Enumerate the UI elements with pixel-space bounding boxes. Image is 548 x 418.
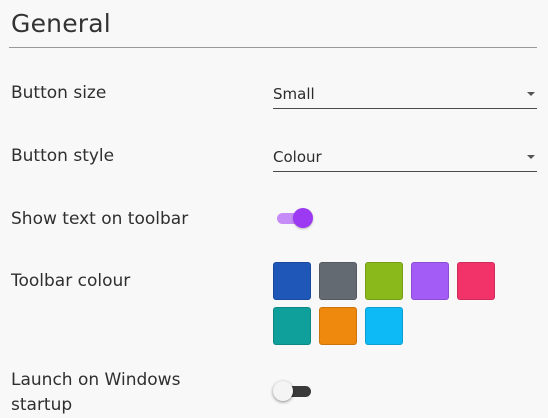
launch-on-startup-toggle[interactable] <box>273 379 317 403</box>
button-style-value: Colour <box>273 148 322 166</box>
button-size-label: Button size <box>11 83 107 103</box>
chevron-down-icon <box>527 92 535 96</box>
general-settings-panel: General Button size Small Button style C… <box>0 0 548 417</box>
colour-swatch-orange[interactable] <box>319 307 357 345</box>
launch-on-startup-label-line1: Launch on Windows <box>11 370 181 390</box>
toggle-thumb <box>293 208 313 228</box>
section-title: General <box>11 9 111 38</box>
colour-swatch-blue[interactable] <box>273 262 311 300</box>
show-text-label: Show text on toolbar <box>11 209 189 229</box>
toolbar-colour-label: Toolbar colour <box>11 271 131 291</box>
launch-on-startup-label-line2: startup <box>11 395 73 415</box>
colour-swatch-green[interactable] <box>365 262 403 300</box>
toggle-thumb <box>273 381 293 401</box>
colour-swatch-grey[interactable] <box>319 262 357 300</box>
section-divider <box>9 47 537 48</box>
chevron-down-icon <box>527 155 535 159</box>
button-style-dropdown[interactable]: Colour <box>273 145 537 172</box>
launch-on-startup-label: Launch on Windows startup <box>11 368 180 418</box>
show-text-toggle[interactable] <box>273 206 317 230</box>
colour-swatch-light-blue[interactable] <box>365 307 403 345</box>
button-size-dropdown[interactable]: Small <box>273 82 537 109</box>
button-size-value: Small <box>273 85 315 103</box>
colour-swatch-pink[interactable] <box>457 262 495 300</box>
colour-swatch-purple[interactable] <box>411 262 449 300</box>
button-style-label: Button style <box>11 146 115 166</box>
colour-swatch-teal[interactable] <box>273 307 311 345</box>
